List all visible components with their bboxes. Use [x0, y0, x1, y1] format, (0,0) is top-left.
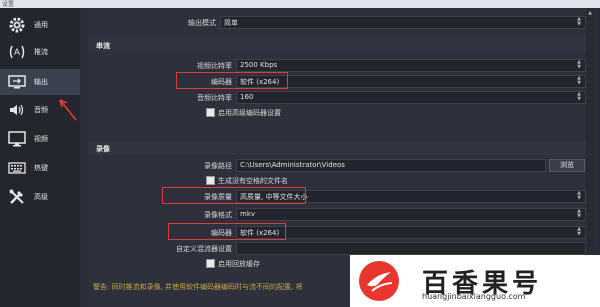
no-space-filename-label: 生成没有空格的文件名	[218, 177, 288, 185]
audio-bitrate-value: 160	[240, 93, 254, 101]
recording-quality-highlight	[162, 187, 306, 204]
replay-buffer-label: 启用回放缓存	[218, 260, 260, 268]
watermark-url: huangjinbaixiangguo.com	[422, 292, 526, 301]
recording-path-input[interactable]: C:\Users\Administrator\Videos	[236, 159, 546, 172]
window-titlebar: 设置	[0, 0, 600, 8]
output-mode-value: 简单	[224, 19, 238, 27]
keyboard-icon	[8, 162, 26, 174]
spinner-arrows-icon: ▲ ▼	[577, 190, 581, 201]
spinner-arrows-icon: ▲ ▼	[577, 75, 581, 86]
watermark: 百香果号 huangjinbaixiangguo.com	[350, 255, 600, 307]
scroll-up-icon[interactable]: ▲	[587, 10, 593, 16]
output-mode-label: 输出模式	[188, 19, 216, 27]
stream-encoder-highlight	[176, 72, 288, 89]
stream-encoder-select[interactable]: 软件 (x264) ▲ ▼	[236, 75, 586, 88]
watermark-logo-icon	[359, 261, 399, 301]
custom-muxer-label: 自定义混流器设置	[176, 245, 232, 253]
recording-format-label: 录像格式	[204, 211, 232, 219]
sidebar-item-label: 视频	[34, 135, 48, 143]
recording-encoder-highlight	[168, 223, 286, 240]
warning-message: 警告: 同时推流和录像, 并使用软件编码器编码时与流不同的配置, 将	[93, 283, 303, 291]
spinner-arrows-icon: ▲ ▼	[577, 16, 581, 27]
audio-bitrate-select[interactable]: 160 ▲ ▼	[236, 91, 586, 104]
sidebar-item-video[interactable]: 视频	[0, 126, 80, 152]
spinner-arrows-icon: ▲ ▼	[577, 226, 581, 237]
spinner-arrows-icon: ▲ ▼	[577, 91, 581, 102]
streaming-header: 串流	[96, 42, 110, 50]
advanced-encoder-label: 启用高级编码器设置	[218, 109, 281, 117]
streaming-section-header: 串流	[88, 38, 594, 52]
advanced-encoder-checkbox[interactable]	[206, 108, 215, 117]
custom-muxer-input[interactable]	[236, 242, 586, 255]
recording-header: 录像	[96, 145, 110, 153]
recording-path-value: C:\Users\Administrator\Videos	[240, 161, 345, 169]
spinner-arrows-icon: ▲ ▼	[577, 208, 581, 219]
browse-button[interactable]: 浏览	[549, 159, 585, 172]
recording-format-select[interactable]: mkv ▲ ▼	[236, 208, 586, 221]
recording-format-value: mkv	[240, 210, 256, 218]
window-title: 设置	[2, 1, 15, 8]
tools-icon	[9, 189, 24, 204]
settings-sidebar: 通用 A 推流 输出 音频 视频 热键 高级	[0, 8, 80, 307]
sidebar-item-label: 高级	[34, 193, 48, 201]
sidebar-item-advanced[interactable]: 高级	[0, 184, 80, 210]
recording-path-label: 录像路径	[204, 162, 232, 170]
audio-bitrate-label: 音频比特率	[197, 94, 232, 102]
video-bitrate-value: 2500 Kbps	[240, 61, 278, 69]
monitor-icon	[8, 131, 26, 147]
sidebar-item-hotkeys[interactable]: 热键	[0, 155, 80, 181]
recording-encoder-select[interactable]: 软件 (x264) ▲ ▼	[236, 226, 586, 239]
sidebar-item-label: 热键	[34, 164, 48, 172]
video-bitrate-input[interactable]: 2500 Kbps ▲ ▼	[236, 59, 586, 72]
recording-section-header: 录像	[88, 141, 594, 155]
output-mode-select[interactable]: 简单 ▲ ▼	[220, 16, 586, 29]
replay-buffer-checkbox[interactable]	[206, 259, 215, 268]
no-space-filename-checkbox[interactable]	[206, 176, 215, 185]
video-bitrate-label: 视频比特率	[197, 62, 232, 70]
annotation-arrow-icon	[59, 99, 77, 121]
spinner-arrows-icon: ▲ ▼	[577, 59, 581, 70]
